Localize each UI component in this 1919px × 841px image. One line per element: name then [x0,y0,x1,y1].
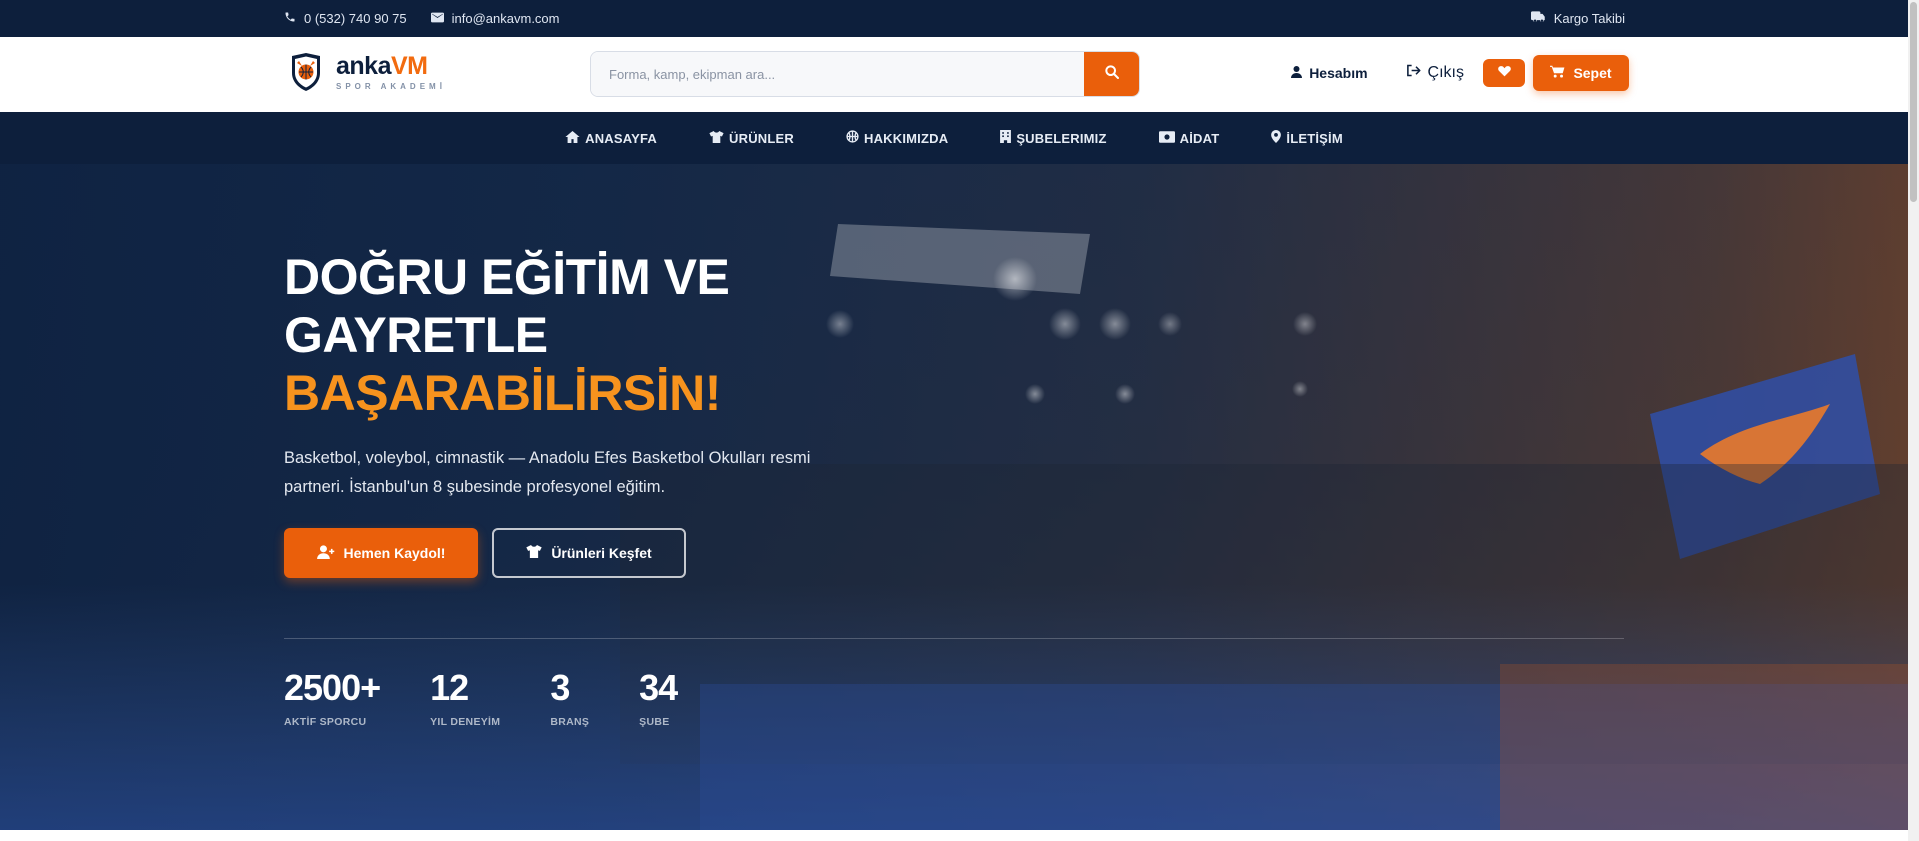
truck-icon [1530,11,1546,26]
nav-item-label: ANASAYFA [585,130,658,146]
hero-title-accent: BAŞARABİLİRSİN! [284,365,721,421]
email-address: info@ankavm.com [451,11,560,26]
main-header: ankaVM SPOR AKADEMİ Hesabım Çıkış [0,37,1908,112]
cart-label: Sepet [1573,65,1612,81]
map-pin-icon [1271,130,1282,146]
basketball-icon [846,130,859,146]
hero-title-line-2: GAYRETLE [284,307,548,363]
nav-item-label: HAKKIMIZDA [863,130,949,146]
stat-value: 2500+ [284,667,381,708]
phone-icon [284,11,296,26]
top-info-bar: 0 (532) 740 90 75 info@ankavm.com Kargo … [0,0,1908,37]
hero-title: DOĞRU EĞİTİM VE GAYRETLE BAŞARABİLİRSİN! [284,248,824,422]
search-button[interactable] [1084,52,1139,96]
envelope-icon [430,11,444,26]
user-plus-icon [316,544,335,562]
stat-label: YIL DENEYİM [430,716,501,728]
nav-item-home[interactable]: ANASAYFA [565,130,658,146]
cart-icon [1550,65,1565,81]
home-icon [565,130,580,146]
email-contact[interactable]: info@ankavm.com [430,11,560,26]
stat-label: ŞUBE [639,716,670,728]
nav-item-contact[interactable]: İLETİŞİM [1271,130,1343,146]
search-bar [590,51,1140,97]
money-icon [1158,130,1175,146]
logout-label: Çıkış [1427,64,1464,81]
logo-text-anka: anka [336,52,391,80]
account-link[interactable]: Hesabım [1291,65,1368,81]
search-icon [1104,64,1120,85]
stat-value: 3 [550,667,570,708]
stat-value: 12 [430,667,469,708]
hero-section: DOĞRU EĞİTİM VE GAYRETLE BAŞARABİLİRSİN!… [0,164,1908,830]
logo-text-vm: VM [390,52,428,80]
stat-label: BRANŞ [550,716,590,728]
register-now-button[interactable]: Hemen Kaydol! [284,528,478,578]
hero-title-line-1: DOĞRU EĞİTİM VE [284,249,730,305]
stat-years: 12 YIL DENEYİM [430,667,501,729]
explore-products-label: Ürünleri Keşfet [551,545,652,561]
phone-contact[interactable]: 0 (532) 740 90 75 [284,11,407,26]
page-scrollbar[interactable] [1908,0,1919,841]
user-icon [1291,65,1303,81]
register-now-label: Hemen Kaydol! [343,545,446,561]
heart-icon [1497,64,1511,82]
scrollbar-thumb[interactable] [1910,2,1917,202]
stat-value: 34 [639,667,678,708]
nav-item-products[interactable]: ÜRÜNLER [709,130,794,146]
explore-products-button[interactable]: Ürünleri Keşfet [492,528,686,578]
stat-branches-sport: 3 BRANŞ [550,667,590,729]
stats-divider [284,638,1624,639]
stat-label: AKTİF SPORCU [284,716,367,728]
account-label: Hesabım [1309,65,1368,81]
nav-item-dues[interactable]: AİDAT [1158,130,1220,146]
nav-item-label: AİDAT [1179,130,1220,146]
stat-locations: 34 ŞUBE [639,667,678,729]
nav-item-branches[interactable]: ŞUBELERIMIZ [1000,130,1106,146]
hero-description: Basketbol, voleybol, cimnastik — Anadolu… [284,449,811,496]
nav-item-label: İLETİŞİM [1286,130,1343,146]
stats-row: 2500+ AKTİF SPORCU 12 YIL DENEYİM 3 BRAN… [284,667,727,729]
phone-number: 0 (532) 740 90 75 [304,11,407,26]
nav-item-about[interactable]: HAKKIMIZDA [846,130,948,146]
search-input[interactable] [591,52,1084,96]
logo-subtitle: SPOR AKADEMİ [336,82,446,91]
shirt-icon [709,130,724,146]
nav-item-label: ŞUBELERIMIZ [1016,130,1107,146]
shirt-icon [526,545,542,561]
phoenix-badge-icon [292,53,320,91]
cargo-tracking-link[interactable]: Kargo Takibi [1530,0,1625,37]
next-section-edge [0,830,1908,841]
site-logo[interactable]: ankaVM SPOR AKADEMİ [290,53,446,91]
building-icon [1000,130,1012,146]
stat-athletes: 2500+ AKTİF SPORCU [284,667,381,729]
logout-link[interactable]: Çıkış [1406,64,1464,82]
cart-button[interactable]: Sepet [1533,55,1629,91]
sign-out-icon [1406,64,1421,82]
nav-item-label: ÜRÜNLER [729,130,794,146]
cargo-tracking-label: Kargo Takibi [1553,11,1625,26]
favorites-button[interactable] [1483,59,1525,87]
main-navigation: ANASAYFA ÜRÜNLER HAKKIMIZDA ŞUBELERIMIZ … [0,112,1908,164]
